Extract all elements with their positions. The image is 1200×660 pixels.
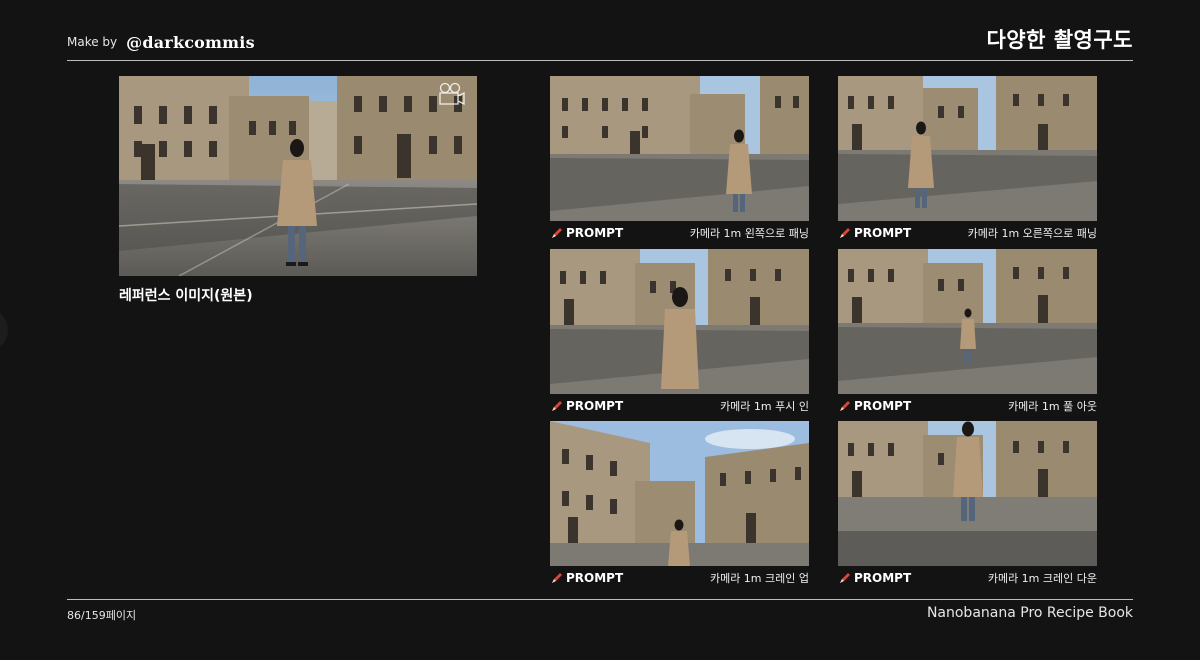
variation-card-push-in: PROMPT 카메라 1m 푸시 인 bbox=[550, 249, 809, 417]
prompt-tag: PROMPT bbox=[550, 226, 623, 240]
reference-caption: 레퍼런스 이미지(원본) bbox=[119, 288, 253, 304]
prompt-label: PROMPT bbox=[566, 226, 624, 240]
prompt-label: PROMPT bbox=[854, 399, 912, 413]
variation-photo-illustration bbox=[838, 249, 1097, 394]
prompt-label: PROMPT bbox=[566, 571, 624, 585]
crayon-icon bbox=[552, 228, 562, 238]
crayon-icon bbox=[552, 401, 562, 411]
prompt-label: PROMPT bbox=[854, 571, 912, 585]
variation-photo-illustration bbox=[550, 76, 809, 221]
make-by-label: Make by bbox=[67, 35, 118, 49]
page-title: 다양한 촬영구도 bbox=[986, 28, 1133, 52]
variation-photo bbox=[550, 249, 809, 394]
variation-photo-illustration bbox=[838, 76, 1097, 221]
variation-photo-illustration bbox=[838, 421, 1097, 566]
footer-divider bbox=[67, 599, 1133, 600]
book-title: Nanobanana Pro Recipe Book bbox=[926, 605, 1133, 621]
variation-photo-illustration bbox=[550, 249, 809, 394]
prompt-tag: PROMPT bbox=[838, 571, 911, 585]
side-page-tab[interactable] bbox=[0, 308, 8, 352]
prompt-text-crane-up: 카메라 1m 크레인 업 bbox=[709, 572, 809, 585]
variation-card-crane-down: PROMPT 카메라 1m 크레인 다운 bbox=[838, 421, 1097, 589]
prompt-label: PROMPT bbox=[566, 399, 624, 413]
crayon-icon bbox=[840, 228, 850, 238]
prompt-tag: PROMPT bbox=[550, 571, 623, 585]
prompt-text-pull-out: 카메라 1m 풀 아웃 bbox=[1008, 400, 1097, 413]
crayon-icon bbox=[840, 573, 850, 583]
crayon-icon bbox=[840, 401, 850, 411]
prompt-tag: PROMPT bbox=[838, 399, 911, 413]
prompt-text-push-in: 카메라 1m 푸시 인 bbox=[720, 400, 809, 413]
variation-card-pull-out: PROMPT 카메라 1m 풀 아웃 bbox=[838, 249, 1097, 417]
variation-photo bbox=[838, 249, 1097, 394]
prompt-text-pan-right: 카메라 1m 오른쪽으로 패닝 bbox=[967, 227, 1097, 240]
prompt-tag: PROMPT bbox=[838, 226, 911, 240]
variation-photo bbox=[838, 421, 1097, 566]
prompt-tag: PROMPT bbox=[550, 399, 623, 413]
variation-photo bbox=[550, 76, 809, 221]
reference-photo-illustration bbox=[119, 76, 477, 276]
author-handle: @darkcommis bbox=[126, 32, 255, 52]
prompt-text-crane-down: 카메라 1m 크레인 다운 bbox=[987, 572, 1097, 585]
variation-photo bbox=[838, 76, 1097, 221]
author-credit: Make by @darkcommis bbox=[67, 30, 255, 54]
variation-card-crane-up: PROMPT 카메라 1m 크레인 업 bbox=[550, 421, 809, 589]
variation-photo-illustration bbox=[550, 421, 809, 566]
reference-photo bbox=[119, 76, 477, 276]
prompt-label: PROMPT bbox=[854, 226, 912, 240]
variation-photo bbox=[550, 421, 809, 566]
crayon-icon bbox=[552, 573, 562, 583]
variation-card-pan-right: PROMPT 카메라 1m 오른쪽으로 패닝 bbox=[838, 76, 1097, 244]
prompt-text-pan-left: 카메라 1m 왼쪽으로 패닝 bbox=[689, 227, 809, 240]
header-divider bbox=[67, 60, 1133, 61]
page-counter: 86/159페이지 bbox=[67, 609, 137, 622]
variation-card-pan-left: PROMPT 카메라 1m 왼쪽으로 패닝 bbox=[550, 76, 809, 244]
